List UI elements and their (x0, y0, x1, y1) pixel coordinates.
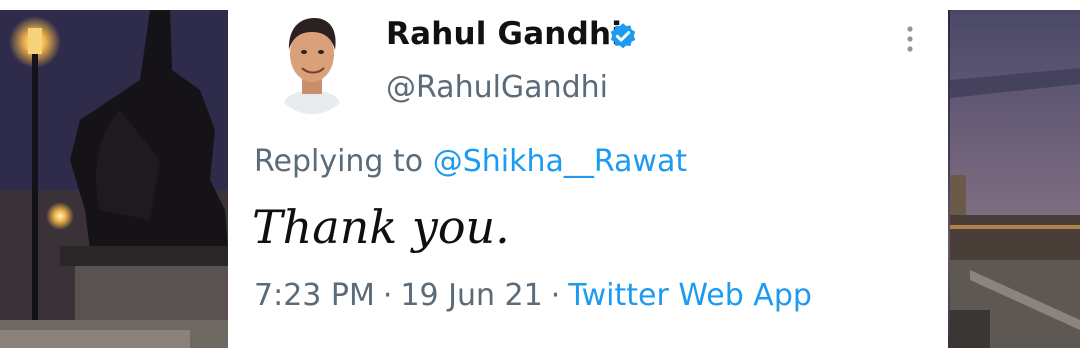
statue-lamp-scene (0, 10, 228, 348)
separator: · (550, 278, 561, 313)
reply-handle-link[interactable]: @Shikha__Rawat (433, 144, 687, 179)
tweet-date[interactable]: 19 Jun 21 (400, 278, 542, 313)
tweet-text: Thank you. (252, 200, 510, 254)
tweet-time[interactable]: 7:23 PM (254, 278, 375, 313)
replying-prefix: Replying to (254, 144, 424, 179)
separator: · (382, 278, 393, 313)
username[interactable]: @RahulGandhi (386, 70, 608, 105)
tweet-card: Rahul Gandhi @RahulGandhi Replying to @S… (228, 10, 948, 348)
tweet-source-link[interactable]: Twitter Web App (568, 278, 812, 313)
display-name[interactable]: Rahul Gandhi (386, 16, 622, 52)
more-options-icon[interactable] (904, 24, 916, 54)
city-dusk-scene (950, 10, 1080, 348)
avatar[interactable] (272, 10, 352, 114)
tweet-metadata: 7:23 PM · 19 Jun 21 · Twitter Web App (254, 278, 812, 313)
replying-to-line: Replying to @Shikha__Rawat (254, 144, 687, 179)
verified-badge-icon (610, 23, 636, 49)
